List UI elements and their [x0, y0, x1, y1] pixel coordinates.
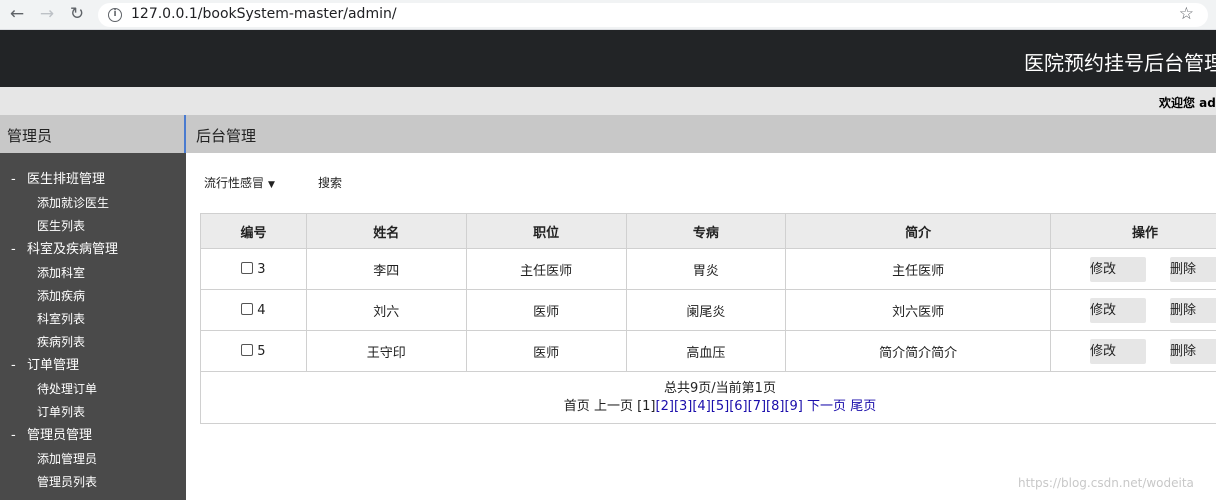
cell-position: 主任医师 — [465, 248, 627, 290]
menu-group-label: 科室及疾病管理 — [27, 242, 119, 257]
doctor-table: 编号 姓名 职位 专病 简介 操作 3 李四 主任医师 胃炎 主任医师 修改 删除… — [200, 213, 1216, 424]
menu-item-admin-list[interactable]: 管理员列表 — [0, 471, 186, 494]
cell-actions: 修改 删除 — [1050, 248, 1216, 290]
app-header: 医院预约挂号后台管理 — [0, 30, 1216, 87]
cell-id: 5 — [200, 330, 307, 372]
column-header-position: 职位 — [465, 213, 627, 249]
forward-arrow-icon[interactable]: → — [36, 3, 58, 25]
cell-disease: 高血压 — [625, 330, 787, 372]
disease-select-value: 流行性感冒 — [204, 176, 265, 190]
cell-actions: 修改 删除 — [1050, 289, 1216, 331]
delete-button[interactable]: 删除 — [1170, 256, 1216, 282]
cell-disease: 阑尾炎 — [625, 289, 787, 331]
column-header-disease: 专病 — [625, 213, 787, 249]
watermark: https://blog.csdn.net/wodeita — [1018, 476, 1194, 490]
current-page: [1] — [637, 398, 656, 414]
cell-actions: 修改 删除 — [1050, 330, 1216, 372]
menu-item-add-admin[interactable]: 添加管理员 — [0, 448, 186, 471]
row-id: 4 — [257, 302, 266, 318]
menu-group-doctor-schedule[interactable]: - 医生排班管理 — [0, 168, 186, 192]
address-bar[interactable]: i 127.0.0.1/bookSystem-master/admin/ ☆ — [98, 3, 1208, 27]
page-link-9[interactable]: [9] — [784, 399, 802, 414]
url-text[interactable]: 127.0.0.1/bookSystem-master/admin/ — [131, 6, 397, 22]
page-link-4[interactable]: [4] — [692, 399, 710, 414]
row-id: 3 — [257, 261, 266, 277]
page-link-3[interactable]: [3] — [674, 399, 692, 414]
table-header-row: 编号 姓名 职位 专病 简介 操作 — [200, 213, 1216, 249]
edit-button[interactable]: 修改 — [1090, 256, 1147, 282]
pagination-row: 总共9页/当前第1页 首页 上一页 [1][2][3][4][5][6][7][… — [200, 371, 1216, 424]
next-page-link[interactable]: 下一页 — [807, 399, 846, 414]
edit-button[interactable]: 修改 — [1090, 297, 1147, 323]
menu-group-department-disease[interactable]: - 科室及疾病管理 — [0, 238, 186, 262]
prev-page-link[interactable]: 上一页 — [594, 399, 633, 414]
welcome-bar: 欢迎您 admin — [0, 87, 1216, 115]
welcome-text: 欢迎您 admin — [1159, 96, 1216, 110]
column-header-actions: 操作 — [1050, 213, 1216, 249]
chevron-down-icon: ▼ — [268, 180, 275, 190]
cell-disease: 胃炎 — [625, 248, 787, 290]
last-page-link[interactable]: 尾页 — [850, 399, 876, 414]
sidebar-title: 管理员 — [7, 127, 53, 145]
cell-position: 医师 — [465, 289, 627, 331]
menu-item-add-doctor[interactable]: 添加就诊医生 — [0, 192, 186, 215]
sidebar-menu: - 医生排班管理 添加就诊医生 医生列表 - 科室及疾病管理 添加科室 添加疾病 科… — [0, 168, 186, 494]
browser-toolbar: ← → ↻ i 127.0.0.1/bookSystem-master/admi… — [0, 0, 1216, 30]
main-title: 后台管理 — [196, 127, 257, 145]
column-header-id: 编号 — [200, 213, 307, 249]
cell-position: 医师 — [465, 330, 627, 372]
delete-button[interactable]: 删除 — [1170, 297, 1216, 323]
menu-group-label: 订单管理 — [27, 358, 80, 373]
column-header-name: 姓名 — [305, 213, 467, 249]
cell-name: 李四 — [305, 248, 467, 290]
main-header: 后台管理 — [186, 115, 1216, 153]
page-link-8[interactable]: [8] — [766, 399, 784, 414]
cell-intro: 刘六医师 — [785, 289, 1052, 331]
first-page-link[interactable]: 首页 — [564, 399, 590, 414]
menu-group-orders[interactable]: - 订单管理 — [0, 354, 186, 378]
column-header-intro: 简介 — [785, 213, 1052, 249]
page-link-5[interactable]: [5] — [711, 399, 729, 414]
edit-button[interactable]: 修改 — [1090, 338, 1147, 364]
reload-icon[interactable]: ↻ — [66, 3, 88, 25]
cell-id: 3 — [200, 248, 307, 290]
menu-item-add-disease[interactable]: 添加疾病 — [0, 285, 186, 308]
cell-name: 刘六 — [305, 289, 467, 331]
table-row: 3 李四 主任医师 胃炎 主任医师 修改 删除 — [200, 248, 1216, 290]
menu-item-doctor-list[interactable]: 医生列表 — [0, 215, 186, 238]
menu-item-order-list[interactable]: 订单列表 — [0, 401, 186, 424]
menu-group-admins[interactable]: - 管理员管理 — [0, 424, 186, 448]
row-checkbox[interactable] — [241, 261, 254, 274]
bookmark-star-icon[interactable]: ☆ — [1179, 4, 1194, 24]
cell-intro: 简介简介简介 — [785, 330, 1052, 372]
pagination-summary: 总共9页/当前第1页 — [664, 380, 776, 396]
back-arrow-icon[interactable]: ← — [6, 3, 28, 25]
app-title: 医院预约挂号后台管理 — [1024, 51, 1216, 75]
delete-button[interactable]: 删除 — [1170, 338, 1216, 364]
menu-item-add-department[interactable]: 添加科室 — [0, 262, 186, 285]
info-icon[interactable]: i — [108, 8, 122, 22]
menu-item-pending-orders[interactable]: 待处理订单 — [0, 378, 186, 401]
row-checkbox[interactable] — [241, 302, 254, 315]
row-checkbox[interactable] — [241, 343, 254, 356]
pagination: 总共9页/当前第1页 首页 上一页 [1][2][3][4][5][6][7][… — [200, 371, 1216, 424]
cell-name: 王守印 — [305, 330, 467, 372]
table-row: 4 刘六 医师 阑尾炎 刘六医师 修改 删除 — [200, 289, 1216, 331]
cell-id: 4 — [200, 289, 307, 331]
cell-intro: 主任医师 — [785, 248, 1052, 290]
sidebar-header: 管理员 — [0, 115, 186, 153]
page-link-2[interactable]: [2] — [656, 399, 674, 414]
table-row: 5 王守印 医师 高血压 简介简介简介 修改 删除 — [200, 330, 1216, 372]
page-link-7[interactable]: [7] — [748, 399, 766, 414]
menu-item-department-list[interactable]: 科室列表 — [0, 308, 186, 331]
menu-group-label: 医生排班管理 — [27, 172, 106, 187]
row-id: 5 — [257, 343, 266, 359]
page-link-6[interactable]: [6] — [729, 399, 747, 414]
disease-select[interactable]: 流行性感冒 ▼ — [204, 174, 275, 191]
sidebar: 管理员 - 医生排班管理 添加就诊医生 医生列表 - 科室及疾病管理 添加科室 添加… — [0, 115, 186, 500]
menu-group-label: 管理员管理 — [27, 428, 93, 443]
menu-item-disease-list[interactable]: 疾病列表 — [0, 331, 186, 354]
search-button[interactable]: 搜索 — [318, 174, 342, 191]
pagination-links: 首页 上一页 [1][2][3][4][5][6][7][8][9] 下一页 尾… — [201, 398, 1216, 416]
